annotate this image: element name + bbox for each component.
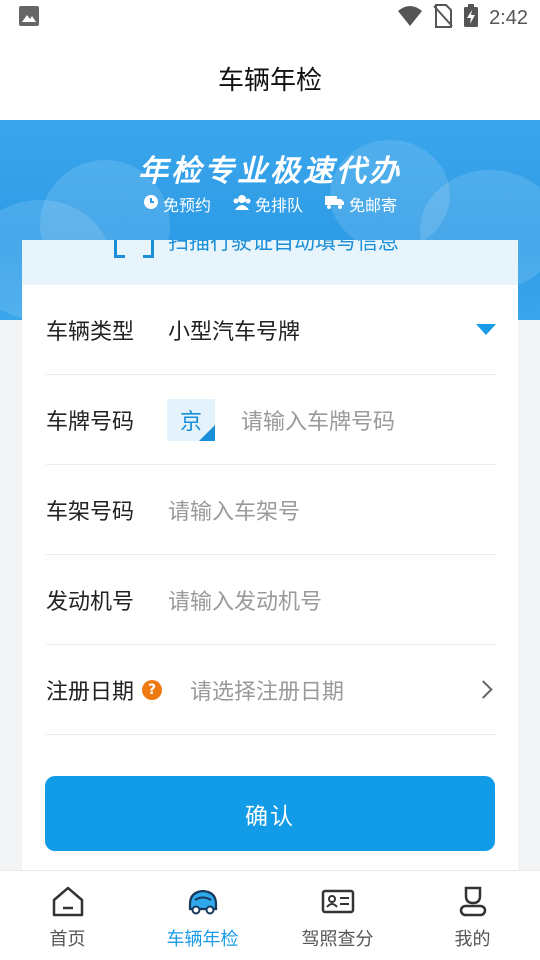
banner-tags: 免预约 免排队 免邮寄 [0, 192, 540, 216]
triangle-down-icon [476, 324, 496, 335]
banner-tag-no-appointment: 免预约 [143, 192, 211, 216]
chevron-right-icon [474, 680, 493, 699]
vehicle-type-select[interactable]: 车辆类型 小型汽车号牌 [46, 285, 496, 375]
plate-number-row: 车牌号码 京 请输入车牌号码 [46, 375, 496, 465]
nav-item-mine[interactable]: 我的 [405, 871, 540, 960]
frame-number-label: 车架号码 [46, 499, 135, 525]
frame-number-row: 车架号码 请输入车架号 [46, 465, 496, 555]
car-icon [185, 883, 221, 919]
registration-date-label: 注册日期 [46, 679, 135, 705]
no-sim-icon [433, 4, 453, 32]
nav-label: 首页 [49, 929, 86, 950]
engine-number-input[interactable]: 请输入发动机号 [168, 584, 496, 616]
plate-number-input[interactable]: 请输入车牌号码 [241, 404, 496, 436]
nav-item-home[interactable]: 首页 [0, 871, 135, 960]
license-icon [320, 883, 356, 919]
banner-tag-label: 免排队 [254, 196, 303, 215]
plate-number-label: 车牌号码 [46, 409, 135, 435]
banner-tag-label: 免邮寄 [349, 196, 398, 215]
banner-tag-no-mail: 免邮寄 [325, 192, 397, 216]
clock-icon [143, 194, 159, 214]
nav-label: 车辆年检 [166, 929, 239, 950]
registration-date-placeholder: 请选择注册日期 [190, 679, 345, 705]
bottom-nav: 首页 车辆年检 驾照查分 我的 [0, 870, 540, 960]
registration-date-select[interactable]: 注册日期 ? 请选择注册日期 [46, 645, 496, 735]
page-title: 车辆年检 [217, 65, 322, 96]
home-icon [50, 883, 86, 919]
scan-license-button[interactable]: 扫描行驶证自动填写信息 [22, 240, 518, 285]
people-icon [233, 194, 251, 214]
status-bar: 2:42 [0, 0, 540, 36]
image-icon [18, 5, 40, 31]
user-icon [455, 883, 491, 919]
status-time: 2:42 [489, 6, 528, 29]
engine-number-label: 发动机号 [46, 589, 135, 615]
vehicle-type-label: 车辆类型 [46, 319, 135, 345]
engine-number-row: 发动机号 请输入发动机号 [46, 555, 496, 645]
banner-tag-no-queue: 免排队 [233, 192, 303, 216]
wifi-icon [397, 5, 423, 31]
nav-item-license-points[interactable]: 驾照查分 [270, 871, 405, 960]
title-bar: 车辆年检 [0, 36, 540, 120]
province-selector[interactable]: 京 [167, 398, 215, 441]
nav-item-inspection[interactable]: 车辆年检 [135, 871, 270, 960]
scan-label: 扫描行驶证自动填写信息 [168, 240, 399, 254]
battery-charging-icon [463, 4, 479, 32]
nav-label: 驾照查分 [301, 929, 374, 950]
frame-number-input[interactable]: 请输入车架号 [168, 494, 496, 526]
confirm-button[interactable]: 确认 [45, 776, 495, 851]
scan-icon [114, 240, 154, 258]
vehicle-type-value: 小型汽车号牌 [168, 319, 301, 345]
truck-icon [325, 194, 345, 214]
help-icon[interactable]: ? [142, 679, 163, 700]
nav-label: 我的 [454, 929, 491, 950]
banner-title: 年检专业极速代办 [138, 154, 402, 189]
inspection-form-card: 扫描行驶证自动填写信息 车辆类型 小型汽车号牌 车牌号码 京 请输入车牌号码 车… [22, 240, 518, 880]
banner-tag-label: 免预约 [162, 196, 211, 215]
